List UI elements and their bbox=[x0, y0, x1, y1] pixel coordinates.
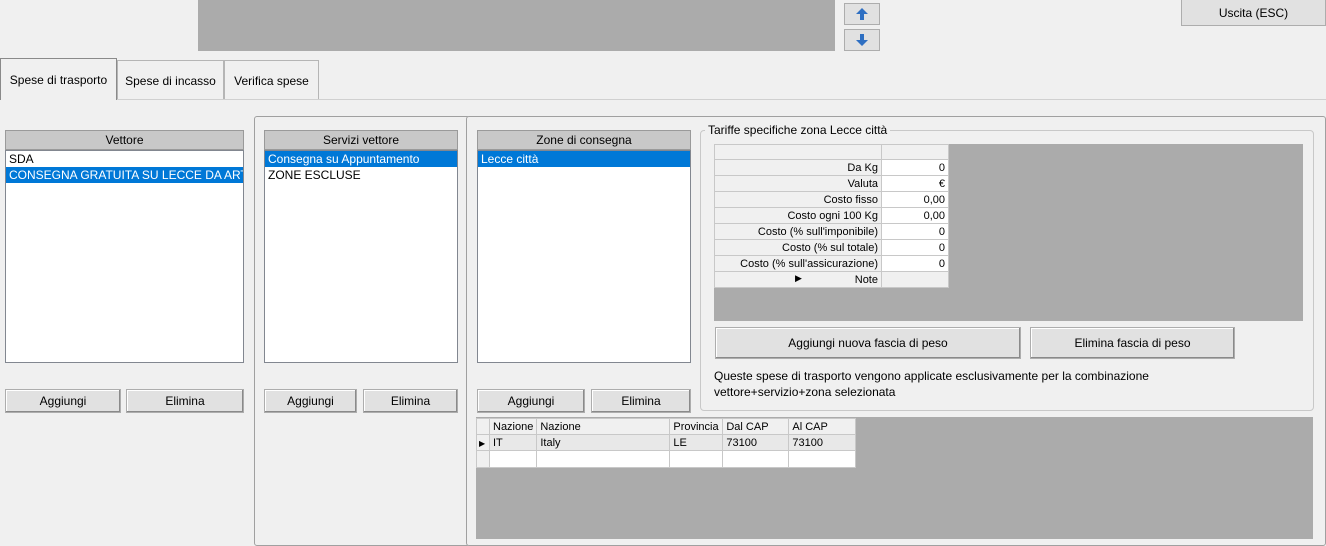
tariffe-value[interactable]: 0 bbox=[881, 239, 949, 256]
tab-verifica-spese[interactable]: Verifica spese bbox=[224, 60, 319, 100]
list-item[interactable]: CONSEGNA GRATUITA SU LECCE DA ART bbox=[6, 167, 243, 183]
move-down-button[interactable] bbox=[844, 29, 880, 51]
tariffe-value[interactable]: € bbox=[881, 175, 949, 192]
tariffe-label: Da Kg bbox=[714, 159, 882, 176]
table-row[interactable]: Costo (% sull'imponibile) 0 bbox=[714, 223, 949, 240]
tariffe-label: Costo (% sull'assicurazione) bbox=[714, 255, 882, 272]
table-cell[interactable]: Italy bbox=[536, 434, 671, 451]
table-cell[interactable]: LE bbox=[669, 434, 724, 451]
zone-add-button[interactable]: Aggiungi bbox=[477, 389, 585, 413]
table-cell[interactable] bbox=[788, 450, 857, 468]
tariffe-label: Valuta bbox=[714, 175, 882, 192]
vettore-add-button[interactable]: Aggiungi bbox=[5, 389, 121, 413]
column-header[interactable]: Nazione bbox=[536, 418, 671, 435]
zone-list[interactable]: Lecce città bbox=[477, 150, 691, 363]
tariffe-value[interactable]: 0,00 bbox=[881, 191, 949, 208]
tariffe-value[interactable] bbox=[881, 271, 949, 288]
table-row[interactable]: ▶ Note bbox=[714, 271, 949, 288]
table-cell[interactable] bbox=[722, 450, 790, 468]
table-cell[interactable]: 73100 bbox=[722, 434, 790, 451]
list-item[interactable]: Lecce città bbox=[478, 151, 690, 167]
vettore-header: Vettore bbox=[5, 130, 244, 150]
tariffe-grid[interactable]: Da Kg 0 Valuta € Costo fisso 0,00 Costo ogn… bbox=[714, 144, 949, 288]
add-band-button[interactable]: Aggiungi nuova fascia di peso bbox=[715, 327, 1021, 359]
tariffe-legend: Tariffe specifiche zona Lecce città bbox=[705, 123, 891, 137]
table-row[interactable]: Valuta € bbox=[714, 175, 949, 192]
table-cell[interactable] bbox=[669, 450, 724, 468]
table-row[interactable]: ▶ IT Italy LE 73100 73100 bbox=[476, 434, 857, 451]
tab-content-divider bbox=[0, 99, 1326, 100]
tab-spese-incasso[interactable]: Spese di incasso bbox=[117, 60, 224, 100]
column-header[interactable]: Al CAP bbox=[788, 418, 857, 435]
exit-button[interactable]: Uscita (ESC) bbox=[1181, 0, 1326, 26]
tariffe-value[interactable]: 0 bbox=[881, 159, 949, 176]
move-up-button[interactable] bbox=[844, 3, 880, 25]
column-header[interactable]: Nazione bbox=[488, 418, 538, 435]
table-row[interactable] bbox=[476, 450, 857, 468]
table-cell[interactable]: 73100 bbox=[788, 434, 857, 451]
tab-spese-trasporto[interactable]: Spese di trasporto bbox=[0, 58, 117, 100]
row-pointer-icon: ▶ bbox=[479, 438, 486, 448]
tariffe-label: Costo (% sull'imponibile) bbox=[714, 223, 882, 240]
row-pointer-icon: ▶ bbox=[795, 273, 802, 283]
tariffe-info-text: Queste spese di trasporto vengono applic… bbox=[714, 369, 1149, 399]
table-row[interactable]: Da Kg 0 bbox=[714, 159, 949, 176]
tariffe-label: Note bbox=[854, 273, 878, 286]
servizi-add-button[interactable]: Aggiungi bbox=[264, 389, 357, 413]
tariffe-value[interactable]: 0 bbox=[881, 223, 949, 240]
table-cell[interactable] bbox=[536, 450, 671, 468]
zone-header: Zone di consegna bbox=[477, 130, 691, 150]
arrow-down-icon bbox=[856, 34, 868, 46]
table-cell[interactable] bbox=[488, 450, 538, 468]
table-row[interactable]: Costo ogni 100 Kg 0,00 bbox=[714, 207, 949, 224]
column-header[interactable]: Provincia bbox=[669, 418, 724, 435]
list-item[interactable]: SDA bbox=[6, 151, 243, 167]
arrow-up-icon bbox=[856, 8, 868, 20]
tariffe-label: Costo (% sul totale) bbox=[714, 239, 882, 256]
tariffe-value[interactable]: 0 bbox=[881, 255, 949, 272]
list-item[interactable]: Consegna su Appuntamento bbox=[265, 151, 457, 167]
tariffe-label: Costo fisso bbox=[714, 191, 882, 208]
tariffe-label: Costo ogni 100 Kg bbox=[714, 207, 882, 224]
table-row[interactable]: Costo fisso 0,00 bbox=[714, 191, 949, 208]
zone-table[interactable]: Nazione Nazione Provincia Dal CAP Al CAP… bbox=[476, 418, 857, 468]
table-cell[interactable]: IT bbox=[488, 434, 538, 451]
servizi-header: Servizi vettore bbox=[264, 130, 458, 150]
table-row[interactable]: Costo (% sull'assicurazione) 0 bbox=[714, 255, 949, 272]
vettore-list[interactable]: SDA CONSEGNA GRATUITA SU LECCE DA ART bbox=[5, 150, 244, 363]
tariffe-value[interactable]: 0,00 bbox=[881, 207, 949, 224]
list-item[interactable]: ZONE ESCLUSE bbox=[265, 167, 457, 183]
servizi-delete-button[interactable]: Elimina bbox=[363, 389, 458, 413]
zone-delete-button[interactable]: Elimina bbox=[591, 389, 691, 413]
delete-band-button[interactable]: Elimina fascia di peso bbox=[1030, 327, 1235, 359]
top-display-area bbox=[198, 0, 835, 51]
column-header[interactable]: Dal CAP bbox=[722, 418, 790, 435]
servizi-list[interactable]: Consegna su Appuntamento ZONE ESCLUSE bbox=[264, 150, 458, 363]
vettore-delete-button[interactable]: Elimina bbox=[126, 389, 244, 413]
table-row[interactable]: Costo (% sul totale) 0 bbox=[714, 239, 949, 256]
